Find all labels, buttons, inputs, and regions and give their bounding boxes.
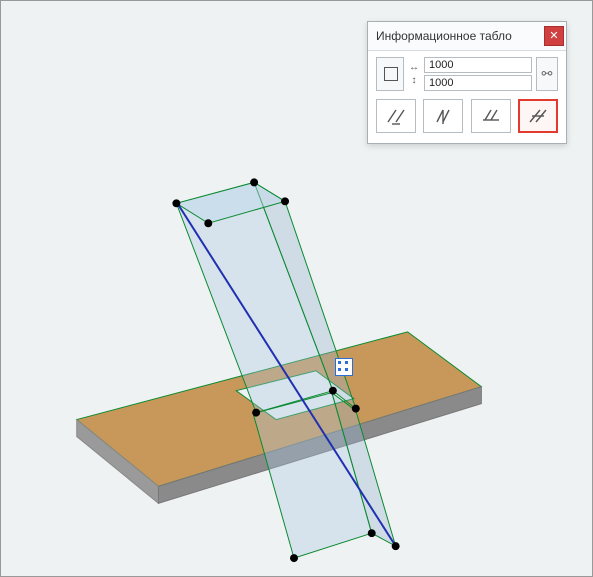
chain-link-icon: ⚯ [542, 66, 553, 82]
cut-mode-4-button[interactable] [518, 99, 558, 133]
profile-selector-button[interactable] [376, 57, 404, 91]
palette-titlebar[interactable]: Информационное табло ✕ [368, 22, 566, 51]
cut-angled-icon [526, 106, 550, 126]
dimension-arrows-icon: ↔↕ [408, 62, 420, 86]
close-icon: ✕ [549, 31, 558, 42]
selection-cursor [335, 358, 353, 376]
cut-both-icon [384, 106, 408, 126]
link-dimensions-button[interactable]: ⚯ [536, 57, 558, 91]
cut-mode-2-button[interactable] [423, 99, 463, 133]
info-palette: Информационное табло ✕ ↔↕ ⚯ [367, 21, 567, 144]
close-button[interactable]: ✕ [544, 26, 564, 46]
cut-mode-1-button[interactable] [376, 99, 416, 133]
cut-horizontal-icon [479, 106, 503, 126]
width-input[interactable] [424, 57, 532, 73]
height-input[interactable] [424, 75, 532, 91]
cut-mode-3-button[interactable] [471, 99, 511, 133]
cut-vertical-icon [431, 106, 455, 126]
palette-title-text: Информационное табло [376, 29, 512, 43]
